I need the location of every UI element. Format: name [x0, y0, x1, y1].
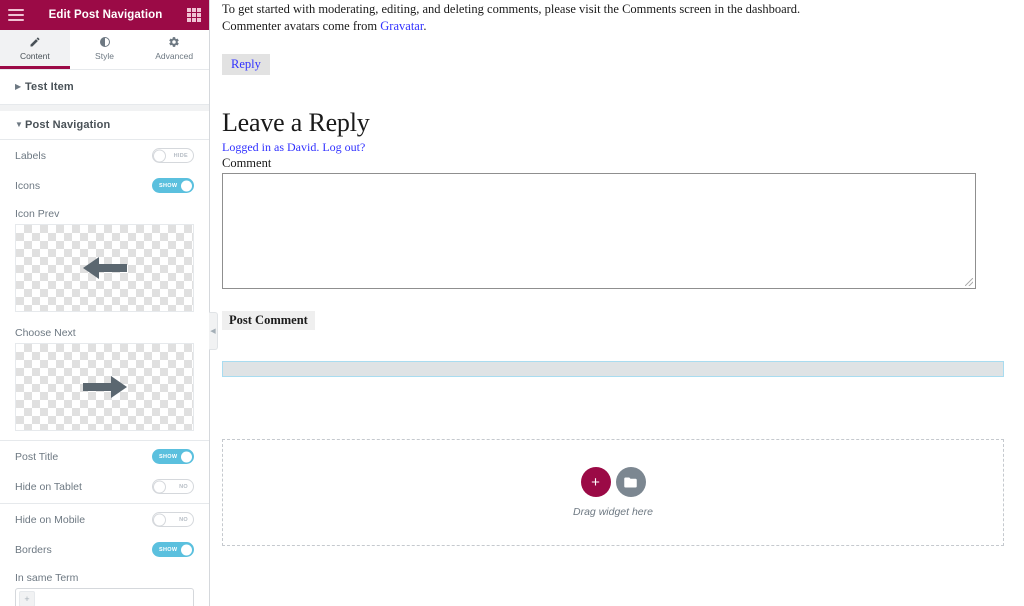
control-hide-on-tablet-label: Hide on Tablet: [15, 480, 82, 493]
control-hide-on-mobile-label: Hide on Mobile: [15, 513, 86, 526]
post-title-toggle[interactable]: SHOW: [152, 449, 194, 464]
comments-note-line1: To get started with moderating, editing,…: [222, 2, 801, 16]
control-labels-label: Labels: [15, 149, 46, 162]
control-choose-next-label: Choose Next: [15, 327, 76, 339]
comment-field-label: Comment: [222, 155, 272, 170]
chevron-right-icon: ▶: [15, 82, 22, 91]
control-icon-prev-label: Icon Prev: [15, 208, 60, 220]
toggle-knob: [153, 480, 166, 493]
post-title-toggle-state: SHOW: [159, 453, 178, 460]
control-icon-prev: Icon Prev: [0, 200, 209, 319]
tab-content-label: Content: [19, 51, 50, 61]
section-test-item-label: Test Item: [25, 81, 74, 93]
gravatar-link[interactable]: Gravatar: [380, 19, 423, 33]
leave-a-reply-heading: Leave a Reply: [222, 107, 370, 137]
section-test-item[interactable]: ▶ Test Item: [0, 70, 209, 105]
chevron-left-icon[interactable]: ◀: [209, 312, 218, 350]
toggle-knob: [180, 450, 193, 463]
tab-advanced[interactable]: Advanced: [139, 30, 210, 69]
grid-icon[interactable]: [187, 8, 201, 22]
labels-toggle[interactable]: HIDE: [152, 148, 194, 163]
tab-content[interactable]: Content: [0, 30, 70, 69]
panel-body: ▶ Test Item ▼ Post Navigation Labels HID…: [0, 70, 209, 606]
control-icons-label: Icons: [15, 179, 41, 192]
control-in-same-term-label: In same Term: [15, 572, 79, 584]
post-comment-button[interactable]: Post Comment: [222, 310, 315, 330]
folder-icon[interactable]: [615, 467, 646, 497]
selected-element-placeholder[interactable]: [222, 361, 1004, 377]
icon-prev-preview[interactable]: [15, 224, 194, 312]
comments-note-line2-post: .: [423, 19, 427, 34]
tab-style[interactable]: Style: [69, 30, 140, 69]
section-post-navigation[interactable]: ▼ Post Navigation: [0, 105, 209, 140]
borders-toggle[interactable]: SHOW: [152, 542, 194, 557]
choose-next-preview[interactable]: [15, 343, 194, 431]
hide-on-mobile-toggle-state: NO: [179, 516, 188, 523]
toggle-knob: [180, 543, 193, 556]
tab-style-label: Style: [95, 51, 114, 61]
control-hide-on-tablet: Hide on Tablet NO: [0, 471, 209, 501]
preview-canvas: To get started with moderating, editing,…: [210, 0, 1024, 606]
control-icons: Icons SHOW: [0, 170, 209, 200]
toggle-knob: [180, 179, 193, 192]
comments-note: To get started with moderating, editing,…: [222, 0, 1006, 36]
control-post-title: Post Title SHOW: [0, 441, 209, 471]
control-hide-on-mobile: Hide on Mobile NO: [0, 504, 209, 534]
hamburger-icon[interactable]: [8, 9, 24, 21]
add-term-chip[interactable]: +: [19, 591, 35, 606]
dropzone-label: Drag widget here: [573, 506, 653, 518]
icons-toggle-state: SHOW: [159, 182, 178, 189]
toggle-knob: [153, 513, 166, 526]
panel-title: Edit Post Navigation: [48, 9, 163, 21]
reply-button[interactable]: Reply: [222, 53, 270, 75]
chevron-down-icon: ▼: [15, 120, 23, 129]
panel-tabs: Content Style Advanced: [0, 30, 210, 70]
labels-toggle-state: HIDE: [173, 152, 188, 159]
pencil-icon: [29, 35, 41, 48]
hide-on-tablet-toggle[interactable]: NO: [152, 479, 194, 494]
logged-in-status[interactable]: Logged in as David. Log out?: [222, 140, 1006, 155]
drag-widget-dropzone[interactable]: + Drag widget here: [222, 439, 1004, 546]
editor-panel: Edit Post Navigation Content Style Advan…: [0, 0, 218, 606]
hide-on-mobile-toggle[interactable]: NO: [152, 512, 194, 527]
tab-advanced-label: Advanced: [155, 51, 194, 61]
comment-textarea[interactable]: [222, 172, 976, 289]
control-labels: Labels HIDE: [0, 140, 209, 170]
control-choose-next: Choose Next: [0, 319, 209, 438]
dropzone-buttons: +: [580, 467, 646, 497]
control-borders-label: Borders: [15, 543, 52, 556]
hide-on-tablet-toggle-state: NO: [179, 483, 188, 490]
borders-toggle-state: SHOW: [159, 546, 178, 553]
in-same-term-input[interactable]: +: [15, 588, 194, 606]
control-in-same-term: In same Term + Whether other posts must …: [0, 564, 209, 606]
comments-note-line2-pre: Commenter avatars come from: [222, 19, 381, 34]
icons-toggle[interactable]: SHOW: [152, 178, 194, 193]
toggle-knob: [153, 149, 166, 162]
control-post-title-label: Post Title: [15, 450, 59, 463]
arrow-left-icon: [82, 257, 127, 279]
elementor-editor: Edit Post Navigation Content Style Advan…: [0, 0, 1024, 606]
contrast-icon: [99, 35, 111, 48]
gear-icon: [168, 35, 180, 48]
section-post-navigation-label: Post Navigation: [25, 119, 111, 131]
plus-icon[interactable]: +: [580, 467, 611, 497]
arrow-right-icon: [82, 376, 127, 398]
panel-header: Edit Post Navigation: [0, 0, 209, 30]
control-borders: Borders SHOW: [0, 534, 209, 564]
